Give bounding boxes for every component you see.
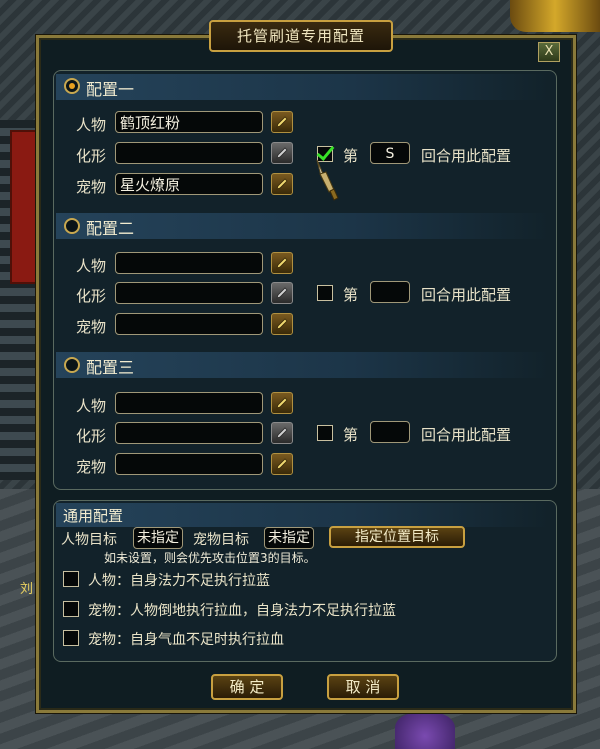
config-1-round-input[interactable]: S <box>370 142 410 164</box>
general-header <box>56 503 550 527</box>
config-1-transform-label: 化形 <box>76 147 107 165</box>
config-3-transform-label: 化形 <box>76 427 107 445</box>
pencil-icon <box>276 458 288 470</box>
pencil-icon <box>276 257 288 269</box>
config-1-character-field[interactable]: 鹤顶红粉 <box>115 111 263 133</box>
config-1-round-suffix: 回合用此配置 <box>421 147 512 165</box>
config-3-round-suffix: 回合用此配置 <box>421 426 512 444</box>
config-2-pet-field[interactable] <box>115 313 263 335</box>
config-3-radio[interactable] <box>64 357 80 373</box>
character-target-value[interactable]: 未指定 <box>133 527 183 549</box>
top-right-ornament <box>510 0 600 32</box>
option-3-text: 宠物：自身气血不足时执行拉血 <box>88 632 284 648</box>
config-1-pet-edit-button[interactable] <box>271 173 293 195</box>
sword-cursor-icon <box>316 159 339 201</box>
config-2-pet-edit-button[interactable] <box>271 313 293 335</box>
config-1-radio[interactable] <box>64 78 80 94</box>
character-sprite <box>395 712 455 749</box>
confirm-button[interactable]: 确 定 <box>211 674 283 700</box>
config-2-character-label: 人物 <box>76 257 107 275</box>
option-2-text: 宠物：人物倒地执行拉血，自身法力不足执行拉蓝 <box>88 603 396 619</box>
config-2-radio[interactable] <box>64 218 80 234</box>
pencil-icon <box>276 178 288 190</box>
pet-target-value[interactable]: 未指定 <box>264 527 314 549</box>
pencil-icon <box>276 116 288 128</box>
config-1-pet-field[interactable]: 星火燎原 <box>115 173 263 195</box>
config-3-character-edit-button[interactable] <box>271 392 293 414</box>
option-1-text: 人物：自身法力不足执行拉蓝 <box>88 573 270 589</box>
config-3-character-label: 人物 <box>76 397 107 415</box>
assign-target-button[interactable]: 指定位置目标 <box>329 526 465 548</box>
config-2-title: 配置二 <box>86 219 135 238</box>
option-2-checkbox[interactable] <box>63 601 79 617</box>
config-3-pet-edit-button[interactable] <box>271 453 293 475</box>
config-2-character-edit-button[interactable] <box>271 252 293 274</box>
option-1-checkbox[interactable] <box>63 571 79 587</box>
pencil-icon <box>276 397 288 409</box>
config-2-round-suffix: 回合用此配置 <box>421 286 512 304</box>
pet-target-label: 宠物目标 <box>193 532 249 548</box>
config-2-character-field[interactable] <box>115 252 263 274</box>
config-1-character-edit-button[interactable] <box>271 111 293 133</box>
config-3-pet-field[interactable] <box>115 453 263 475</box>
config-1-pet-label: 宠物 <box>76 178 107 196</box>
config-3-character-field[interactable] <box>115 392 263 414</box>
config-2-transform-field[interactable] <box>115 282 263 304</box>
config-2-round-input[interactable] <box>370 281 410 303</box>
pencil-icon <box>276 287 288 299</box>
config-2-transform-label: 化形 <box>76 287 107 305</box>
config-3-transform-edit-button[interactable] <box>271 422 293 444</box>
side-name-text: 刘 <box>20 582 34 597</box>
cancel-button[interactable]: 取 消 <box>327 674 399 700</box>
config-2-transform-edit-button[interactable] <box>271 282 293 304</box>
config-3-title: 配置三 <box>86 358 135 377</box>
config-2-pet-label: 宠物 <box>76 318 107 336</box>
config-2-round-prefix: 第 <box>343 286 359 304</box>
config-3-round-input[interactable] <box>370 421 410 443</box>
config-1-character-label: 人物 <box>76 116 107 134</box>
config-3-transform-field[interactable] <box>115 422 263 444</box>
pencil-icon <box>276 147 288 159</box>
option-3-checkbox[interactable] <box>63 630 79 646</box>
pencil-icon <box>276 427 288 439</box>
pencil-icon <box>276 318 288 330</box>
config-1-transform-edit-button[interactable] <box>271 142 293 164</box>
config-3-pet-label: 宠物 <box>76 458 107 476</box>
config-3-round-prefix: 第 <box>343 426 359 444</box>
config-1-round-prefix: 第 <box>343 147 359 165</box>
general-title: 通用配置 <box>63 507 124 525</box>
close-button[interactable]: X <box>538 42 560 62</box>
config-3-round-checkbox[interactable] <box>317 425 333 441</box>
target-hint: 如未设置，则会优先攻击位置3的目标。 <box>104 551 316 565</box>
config-1-title: 配置一 <box>86 80 135 99</box>
config-2-round-checkbox[interactable] <box>317 285 333 301</box>
config-1-transform-field[interactable] <box>115 142 263 164</box>
character-target-label: 人物目标 <box>61 532 117 548</box>
dialog-title: 托管刷道专用配置 <box>209 20 393 52</box>
